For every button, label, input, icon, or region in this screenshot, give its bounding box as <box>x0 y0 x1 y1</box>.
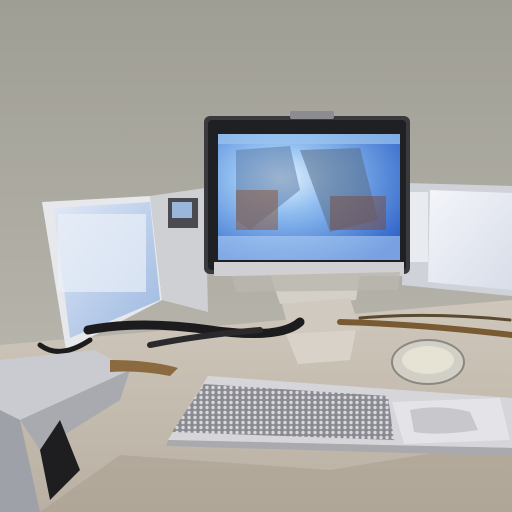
center-monitor <box>204 111 410 276</box>
right-monitor <box>402 183 512 296</box>
desk-computer-scene <box>0 0 512 512</box>
round-object <box>391 339 465 385</box>
